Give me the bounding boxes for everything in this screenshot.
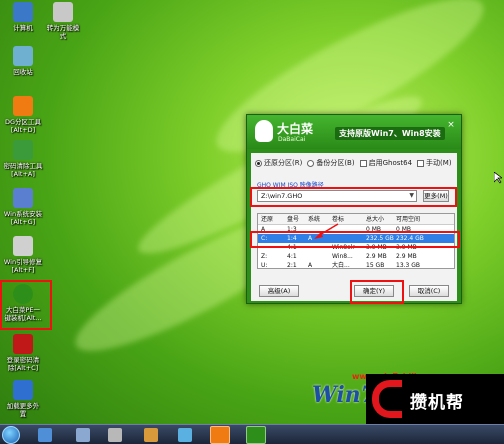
cabbage-logo-icon: [255, 120, 273, 142]
radio-icon: [307, 159, 315, 167]
password-tool-icon: [13, 140, 33, 160]
table-row[interactable]: Z: 4:1 Win8... 2.9 MB 2.9 MB: [258, 252, 454, 261]
column-header: 盘号: [287, 216, 300, 223]
desktop-icon-label: 转为万能模 式: [46, 24, 80, 40]
desktop-icon-label: 密码清除工具 [Alt+A]: [3, 162, 43, 178]
checkbox-icon: [359, 159, 367, 167]
table-cell: A: [308, 262, 313, 269]
table-cell: 15 GB: [366, 262, 385, 269]
column-header: 总大小: [366, 216, 385, 223]
taskbar-drive-icon[interactable]: [108, 428, 122, 442]
desktop-icon-recycle[interactable]: 回收站: [0, 46, 46, 76]
desktop-icon-tools[interactable]: 转为万能模 式: [40, 2, 86, 40]
desktop-icon-password[interactable]: 密码清除工具 [Alt+A]: [0, 140, 46, 178]
taskbar-network-icon[interactable]: [144, 428, 158, 442]
taskbar-tools-icon[interactable]: [76, 428, 90, 442]
desktop-icon-label: 回收站: [13, 68, 33, 76]
table-cell: 2.9 MB: [396, 253, 417, 260]
taskbar-explorer-icon[interactable]: [38, 428, 52, 442]
desktop-icon-more[interactable]: 加载更多外 置: [0, 380, 46, 418]
close-button[interactable]: ×: [445, 119, 457, 131]
table-cell: 13.3 GB: [396, 262, 421, 269]
desktop-icon-label: Win引导修复 [Alt+F]: [3, 258, 43, 274]
table-cell: 大白...: [332, 262, 350, 269]
desktop-icon-dg[interactable]: DG分区工具 [Alt+D]: [0, 96, 46, 134]
mode-label: 还原分区(R): [264, 159, 303, 167]
desktop-icon-nt-password[interactable]: 登录密码清 除[Alt+C]: [0, 334, 46, 372]
highlight-box: [0, 280, 52, 330]
boot-repair-icon: [13, 236, 33, 256]
table-cell: Z:: [261, 253, 268, 260]
mode-label: 备份分区(B): [316, 159, 355, 167]
arrow-annotation-icon: [314, 223, 339, 239]
brand-badge: 攒机帮: [366, 374, 504, 424]
taskbar: [0, 424, 504, 444]
desktop-icon-label: 计算机: [13, 24, 33, 32]
desktop-icon-label: 加载更多外 置: [6, 402, 40, 418]
nt-password-icon: [13, 334, 33, 354]
install-dialog: 大白菜 DaBaiCai 支持原版Win7、Win8安装 × 还原分区(R) 备…: [246, 114, 462, 304]
taskbar-dg-icon[interactable]: [210, 426, 230, 444]
table-cell: U:: [261, 262, 268, 269]
load-more-icon: [13, 380, 33, 400]
mode-label: 启用Ghost64: [368, 159, 413, 167]
cursor-icon: [494, 172, 502, 184]
mode-backup[interactable]: 备份分区(B): [307, 158, 355, 168]
brand-subtitle: DaBaiCai: [278, 136, 306, 143]
highlight-box: [350, 280, 404, 304]
highlight-box: [250, 231, 460, 248]
slogan: 支持原版Win7、Win8安装: [335, 127, 445, 140]
mode-label: 手动(M): [426, 159, 452, 167]
taskbar-monitor-icon[interactable]: [178, 428, 192, 442]
brand-title: 大白菜: [277, 122, 314, 136]
mode-restore[interactable]: 还原分区(R): [255, 158, 302, 168]
table-header: 还原 盘号 系统 卷标 总大小 可用空间: [258, 214, 454, 225]
tools-icon: [53, 2, 73, 22]
desktop-icon-label: DG分区工具 [Alt+D]: [4, 118, 42, 134]
computer-icon: [13, 2, 33, 22]
brand-name: 攒机帮: [410, 393, 464, 413]
brand-logo-icon: [372, 380, 402, 418]
dialog-body: 还原分区(R) 备份分区(B) 启用Ghost64 手动(M) GHO WIM …: [251, 153, 457, 301]
advanced-button[interactable]: 高级(A): [259, 285, 299, 297]
cancel-button[interactable]: 取消(C): [409, 285, 449, 297]
taskbar-dbc-icon[interactable]: [246, 426, 266, 444]
desktop-icon-boot-repair[interactable]: Win引导修复 [Alt+F]: [0, 236, 46, 274]
mode-ghost64[interactable]: 启用Ghost64: [359, 158, 413, 168]
highlight-box: [250, 187, 457, 207]
desktop-icon-label: Win系统安装 [Alt+G]: [3, 210, 43, 226]
table-cell: 4:1: [287, 253, 297, 260]
start-button[interactable]: [2, 426, 20, 444]
checkbox-icon: [417, 159, 425, 167]
system-install-icon: [13, 188, 33, 208]
mode-options: 还原分区(R) 备份分区(B) 启用Ghost64 手动(M): [255, 158, 452, 168]
table-cell: 2.9 MB: [366, 253, 387, 260]
mode-manual[interactable]: 手动(M): [417, 158, 452, 168]
recycle-bin-icon: [13, 46, 33, 66]
column-header: 还原: [261, 216, 274, 223]
table-cell: 2:1: [287, 262, 297, 269]
table-cell: Win8...: [332, 253, 353, 260]
column-header: 可用空间: [396, 216, 421, 223]
dg-partition-icon: [13, 96, 33, 116]
desktop-icon-install[interactable]: Win系统安装 [Alt+G]: [0, 188, 46, 226]
dialog-header: 大白菜 DaBaiCai 支持原版Win7、Win8安装 ×: [247, 115, 461, 149]
desktop-icon-label: 登录密码清 除[Alt+C]: [6, 356, 40, 372]
radio-icon: [255, 159, 262, 167]
table-row[interactable]: U: 2:1 A 大白... 15 GB 13.3 GB: [258, 261, 454, 269]
